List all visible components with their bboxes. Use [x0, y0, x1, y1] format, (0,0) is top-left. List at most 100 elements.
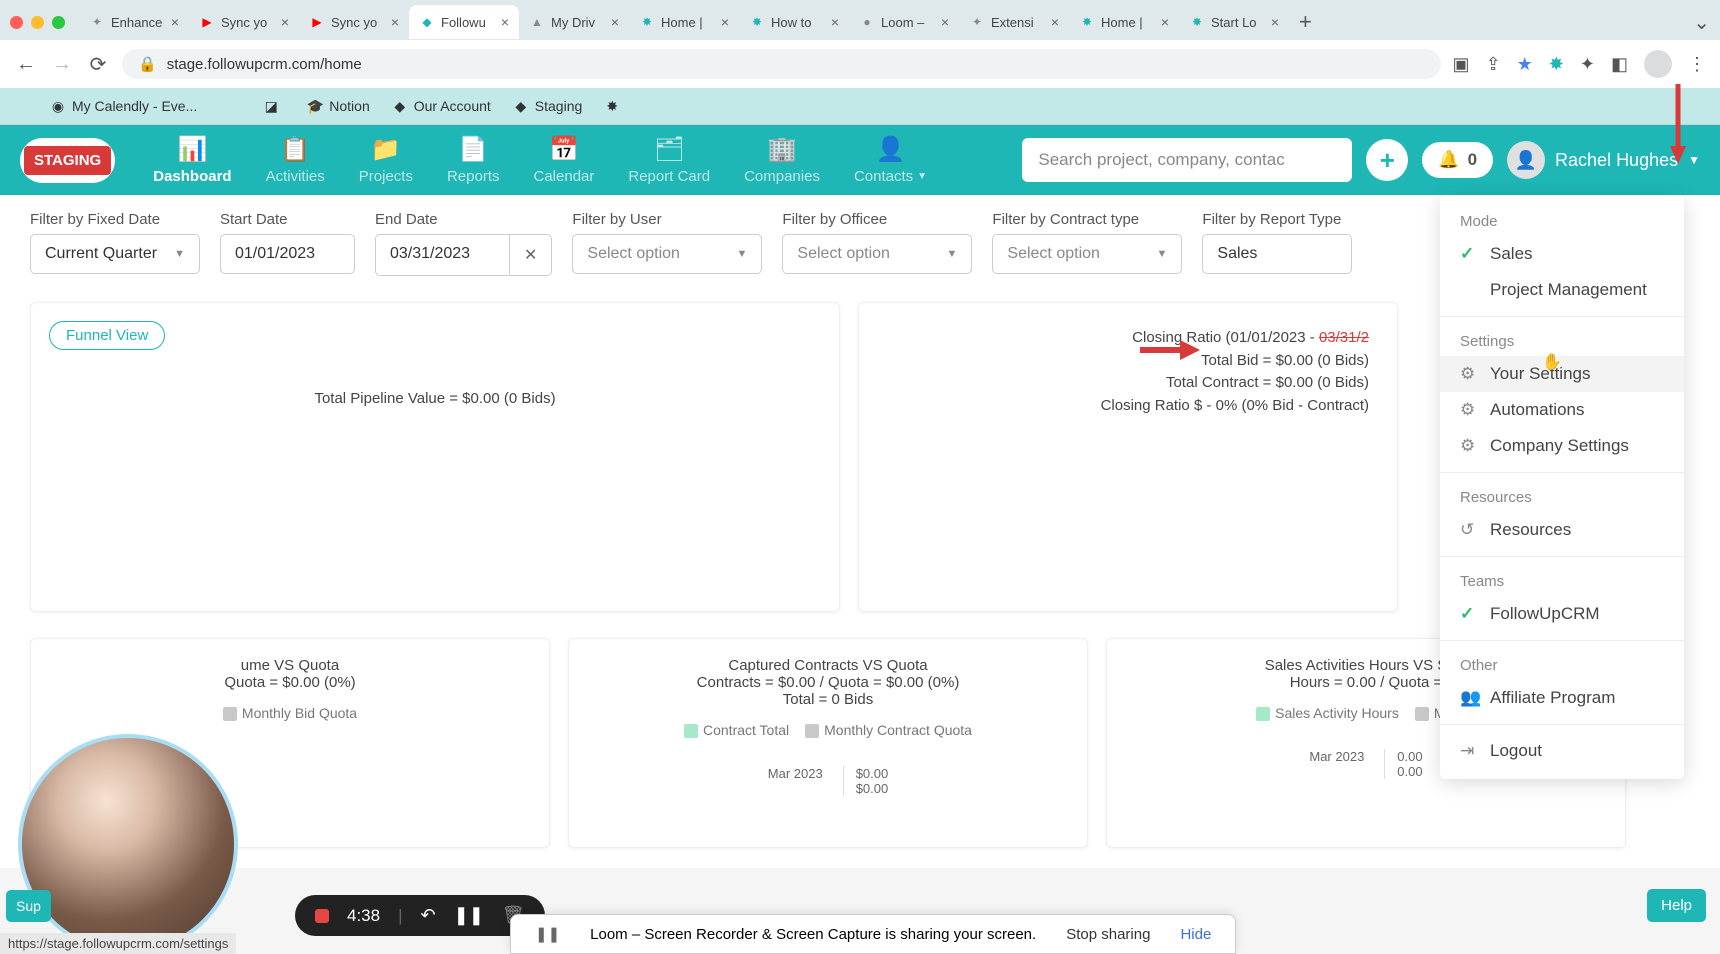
- tab-close-icon[interactable]: ×: [501, 14, 509, 30]
- back-button[interactable]: ←: [14, 53, 38, 76]
- loom-pause-button[interactable]: ❚❚: [454, 905, 484, 926]
- loom-restart-button[interactable]: ↶: [421, 905, 436, 926]
- nav-activities[interactable]: 📋Activities: [250, 130, 341, 191]
- stop-sharing-button[interactable]: Stop sharing: [1066, 926, 1150, 943]
- nav-reports[interactable]: 📄Reports: [431, 130, 516, 191]
- browser-tab[interactable]: ✦Extensi×: [959, 5, 1069, 39]
- extension-icon-1[interactable]: ✸: [1549, 54, 1564, 75]
- gear-icon: ⚙: [1460, 364, 1478, 384]
- maximize-window-icon[interactable]: [52, 16, 65, 29]
- minimize-window-icon[interactable]: [31, 16, 44, 29]
- bookmark-item[interactable]: ◪: [263, 98, 285, 114]
- address-bar[interactable]: 🔒 stage.followupcrm.com/home: [122, 49, 1441, 79]
- menu-icon[interactable]: ⋮: [1688, 54, 1706, 75]
- bookmark-favicon-icon: [219, 98, 235, 114]
- bookmark-item[interactable]: [219, 98, 241, 114]
- nav-label: Projects: [359, 168, 413, 185]
- tab-close-icon[interactable]: ×: [281, 14, 289, 30]
- nav-report-card[interactable]: 🗂Report Card: [612, 130, 726, 191]
- help-button[interactable]: Help: [1647, 889, 1706, 922]
- end-date-clear-button[interactable]: ✕: [510, 234, 552, 276]
- browser-tab[interactable]: ✦Enhance×: [79, 5, 189, 39]
- bookmark-favicon-icon: ◪: [263, 98, 279, 114]
- browser-tab[interactable]: ✸How to×: [739, 5, 849, 39]
- nav-icon: 📄: [458, 136, 488, 164]
- window-controls[interactable]: [10, 16, 65, 29]
- tab-title: Start Lo: [1211, 15, 1265, 30]
- reload-button[interactable]: ⟳: [86, 52, 110, 77]
- loom-timer: 4:38: [347, 906, 380, 926]
- bookmark-item[interactable]: ◆Staging: [513, 98, 582, 114]
- tab-close-icon[interactable]: ×: [1271, 14, 1279, 30]
- video-icon[interactable]: ▣: [1453, 54, 1470, 75]
- tab-close-icon[interactable]: ×: [941, 14, 949, 30]
- dd-your-settings[interactable]: ⚙Your Settings: [1440, 356, 1684, 392]
- dd-affiliate[interactable]: 👥Affiliate Program: [1440, 680, 1684, 716]
- dd-company-settings[interactable]: ⚙Company Settings: [1440, 428, 1684, 464]
- record-indicator-icon: [315, 909, 329, 923]
- filter-contract-select[interactable]: Select option▼: [992, 234, 1182, 274]
- tab-close-icon[interactable]: ×: [721, 14, 729, 30]
- loom-control-bar[interactable]: 4:38 | ↶ ❚❚ 🗑: [295, 895, 545, 936]
- support-button[interactable]: Sup: [6, 890, 51, 922]
- hide-sharing-button[interactable]: Hide: [1180, 926, 1211, 943]
- filter-report-select[interactable]: Sales: [1202, 234, 1352, 274]
- bookmark-item[interactable]: ◆Our Account: [392, 98, 491, 114]
- search-input[interactable]: Search project, company, contac: [1022, 138, 1352, 182]
- browser-tab[interactable]: ▲My Driv×: [519, 5, 629, 39]
- profile-avatar-icon[interactable]: [1644, 50, 1672, 78]
- dd-logout[interactable]: ⇥Logout: [1440, 733, 1684, 769]
- tab-title: Extensi: [991, 15, 1045, 30]
- share-icon[interactable]: ⇪: [1486, 54, 1501, 75]
- panel-icon[interactable]: ◧: [1611, 54, 1628, 75]
- dd-resources[interactable]: ↺Resources: [1440, 512, 1684, 548]
- user-menu-button[interactable]: 👤 Rachel Hughes ▼: [1507, 141, 1700, 179]
- browser-tab[interactable]: ✸Home |×: [629, 5, 739, 39]
- bookmark-item[interactable]: ◉My Calendly - Eve...: [50, 98, 197, 114]
- nav-contacts[interactable]: 👤Contacts ▼: [838, 130, 943, 191]
- nav-icon: 📊: [177, 136, 207, 164]
- bookmark-favicon-icon: 🎓: [307, 98, 323, 114]
- bookmark-label: Our Account: [414, 98, 491, 114]
- lock-icon: 🔒: [138, 55, 157, 73]
- bookmark-item[interactable]: 🎓Notion: [307, 98, 369, 114]
- browser-tab[interactable]: ●Loom –×: [849, 5, 959, 39]
- browser-tab[interactable]: ✸Home |×: [1069, 5, 1179, 39]
- add-button[interactable]: +: [1366, 139, 1408, 181]
- close-window-icon[interactable]: [10, 16, 23, 29]
- nav-projects[interactable]: 📁Projects: [343, 130, 429, 191]
- dd-automations[interactable]: ⚙Automations: [1440, 392, 1684, 428]
- browser-tab[interactable]: ▶Sync yo×: [189, 5, 299, 39]
- dd-mode-sales[interactable]: ✓Sales: [1440, 236, 1684, 272]
- new-tab-button[interactable]: +: [1289, 9, 1322, 35]
- nav-label: Calendar: [534, 168, 595, 185]
- dd-mode-pm[interactable]: Project Management: [1440, 272, 1684, 308]
- tab-close-icon[interactable]: ×: [611, 14, 619, 30]
- pipeline-card: Funnel View Total Pipeline Value = $0.00…: [30, 302, 840, 612]
- nav-companies[interactable]: 🏢Companies: [728, 130, 836, 191]
- filter-user-select[interactable]: Select option▼: [572, 234, 762, 274]
- loom-camera-bubble[interactable]: [18, 734, 238, 954]
- browser-tab[interactable]: ▶Sync yo×: [299, 5, 409, 39]
- tabs-dropdown-icon[interactable]: ⌄: [1693, 10, 1710, 35]
- filter-office-select[interactable]: Select option▼: [782, 234, 972, 274]
- tab-close-icon[interactable]: ×: [831, 14, 839, 30]
- notifications-button[interactable]: 🔔 0: [1422, 142, 1493, 178]
- browser-tab[interactable]: ✸Start Lo×: [1179, 5, 1289, 39]
- browser-tab[interactable]: ◆Followu×: [409, 5, 519, 39]
- bookmark-star-icon[interactable]: ★: [1517, 54, 1533, 75]
- nav-dashboard[interactable]: 📊Dashboard: [137, 130, 247, 191]
- extensions-icon[interactable]: ✦: [1580, 54, 1595, 75]
- dd-team-followupcrm[interactable]: ✓FollowUpCRM: [1440, 596, 1684, 632]
- bookmark-item[interactable]: ✸: [604, 98, 626, 114]
- forward-button[interactable]: →: [50, 53, 74, 76]
- tab-close-icon[interactable]: ×: [171, 14, 179, 30]
- nav-calendar[interactable]: 📅Calendar: [518, 130, 611, 191]
- funnel-view-button[interactable]: Funnel View: [49, 321, 165, 350]
- start-date-input[interactable]: 01/01/2023: [220, 234, 355, 274]
- tab-close-icon[interactable]: ×: [1161, 14, 1169, 30]
- filter-fixed-date-select[interactable]: Current Quarter▼: [30, 234, 200, 274]
- end-date-input[interactable]: 03/31/2023: [375, 234, 510, 276]
- tab-close-icon[interactable]: ×: [391, 14, 399, 30]
- tab-close-icon[interactable]: ×: [1051, 14, 1059, 30]
